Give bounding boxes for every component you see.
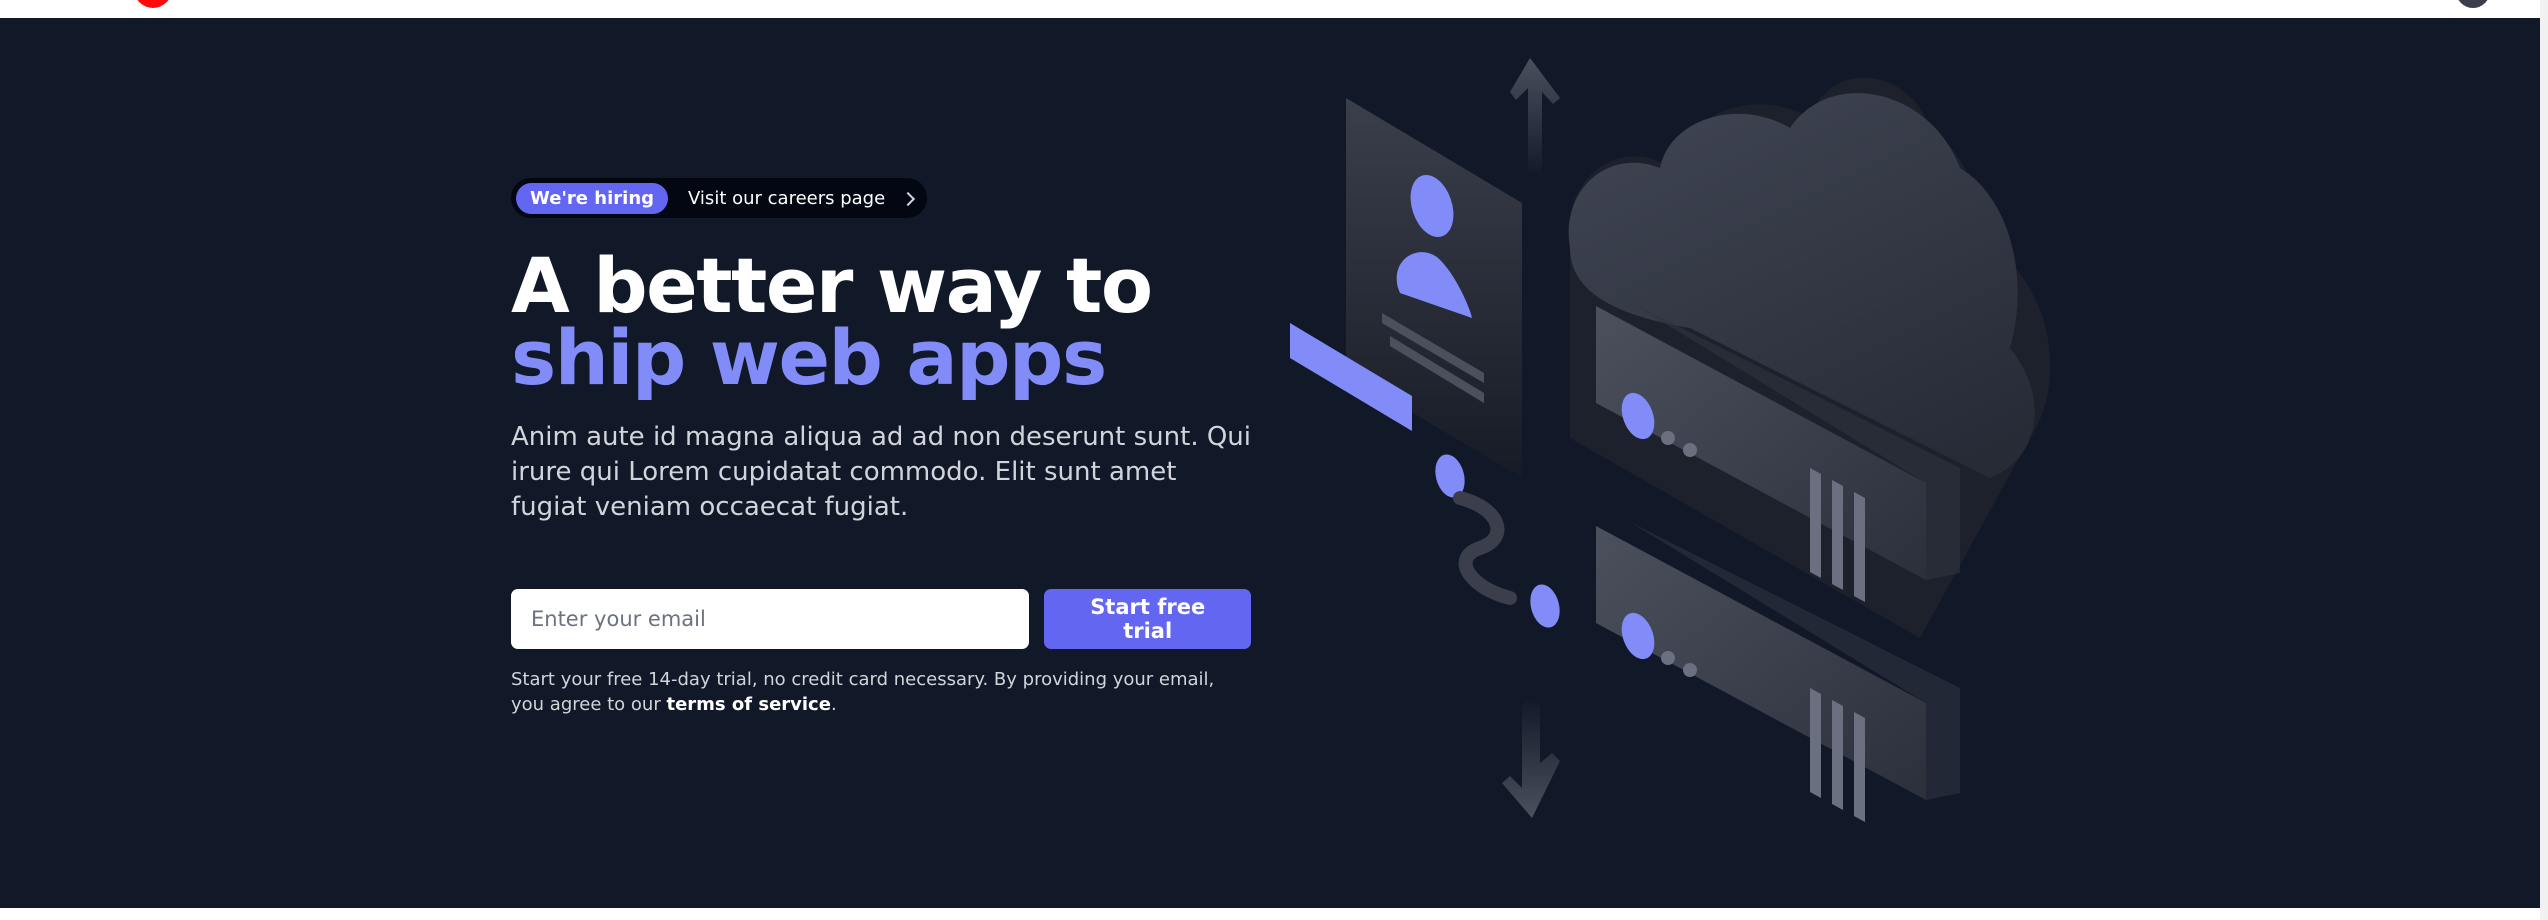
arrow-down-icon: [1502, 698, 1560, 818]
title-line-1: A better way to: [511, 241, 1153, 330]
vertical-scrollbar[interactable]: [2540, 0, 2548, 920]
cloud-servers-illustration: [1290, 58, 2051, 822]
trial-disclaimer: Start your free 14-day trial, no credit …: [511, 667, 1251, 717]
arrow-up-icon: [1510, 58, 1560, 178]
hero-content: We're hiring Visit our careers page A be…: [511, 178, 1251, 717]
hero-section: We're hiring Visit our careers page A be…: [0, 18, 2540, 908]
signup-form: Start free trial: [511, 589, 1251, 649]
disclaimer-text: Start your free 14-day trial, no credit …: [511, 669, 1215, 715]
brand-logo[interactable]: [134, 0, 172, 8]
page-title: A better way to ship web apps: [511, 241, 1251, 402]
top-navbar: [0, 0, 2548, 18]
hero-description: Anim aute id magna aliqua ad ad non dese…: [511, 422, 1252, 522]
careers-link[interactable]: Visit our careers page: [688, 183, 916, 214]
careers-link-label: Visit our careers page: [688, 187, 886, 209]
terms-of-service-link[interactable]: terms of service: [666, 694, 830, 715]
start-trial-button[interactable]: Start free trial: [1044, 589, 1251, 649]
hiring-pill: We're hiring: [516, 182, 669, 214]
chevron-right-icon: [901, 191, 916, 206]
avatar[interactable]: [2456, 0, 2490, 8]
disclaimer-end: .: [830, 694, 837, 715]
page-footer-edge: [0, 908, 2540, 920]
email-input[interactable]: [511, 589, 1030, 649]
title-line-2: ship web apps: [511, 313, 1107, 402]
careers-badge[interactable]: We're hiring Visit our careers page: [511, 178, 928, 218]
